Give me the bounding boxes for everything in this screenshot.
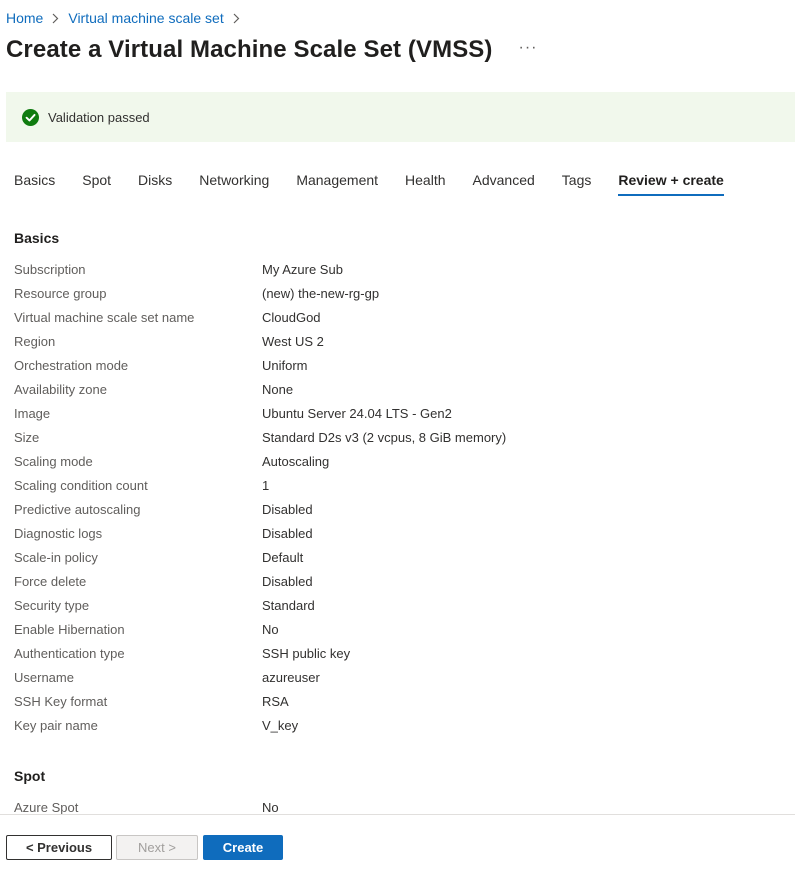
summary-label: Security type	[14, 598, 90, 613]
summary-row: Authentication type SSH public key	[14, 646, 774, 666]
tab-basics[interactable]: Basics	[14, 172, 55, 196]
summary-row: Diagnostic logs Disabled	[14, 526, 774, 546]
summary-row: Size Standard D2s v3 (2 vcpus, 8 GiB mem…	[14, 430, 774, 450]
summary-label: Orchestration mode	[14, 358, 129, 373]
summary-value: Autoscaling	[262, 454, 330, 469]
tab-health[interactable]: Health	[405, 172, 445, 196]
summary-label: Scaling mode	[14, 454, 93, 469]
wizard-footer: < Previous Next > Create	[0, 814, 795, 876]
tab-review-create[interactable]: Review + create	[618, 172, 724, 196]
summary-row: Predictive autoscaling Disabled	[14, 502, 774, 522]
summary-label: Virtual machine scale set name	[14, 310, 195, 325]
tab-advanced[interactable]: Advanced	[473, 172, 535, 196]
summary-value: Ubuntu Server 24.04 LTS - Gen2	[262, 406, 452, 421]
tab-tags[interactable]: Tags	[562, 172, 592, 196]
next-button[interactable]: Next >	[116, 835, 198, 860]
summary-value: (new) the-new-rg-gp	[262, 286, 380, 301]
summary-row: Resource group (new) the-new-rg-gp	[14, 286, 774, 306]
summary-value: V_key	[262, 718, 299, 733]
breadcrumb: Home Virtual machine scale set	[6, 10, 249, 26]
summary-value: Uniform	[262, 358, 308, 373]
summary-value: Disabled	[262, 502, 313, 517]
summary-label: Scaling condition count	[14, 478, 148, 493]
previous-button[interactable]: < Previous	[6, 835, 112, 860]
summary-label: Image	[14, 406, 51, 421]
summary-value: No	[262, 800, 279, 815]
summary-row: Security type Standard	[14, 598, 774, 618]
summary-value: Disabled	[262, 526, 313, 541]
tab-networking[interactable]: Networking	[199, 172, 269, 196]
summary-row: Orchestration mode Uniform	[14, 358, 774, 378]
tab-spot[interactable]: Spot	[82, 172, 111, 196]
section-title-spot: Spot	[14, 768, 46, 784]
summary-value: azureuser	[262, 670, 320, 685]
page-title: Create a Virtual Machine Scale Set (VMSS…	[6, 36, 493, 63]
summary-value: None	[262, 382, 294, 397]
summary-label: Azure Spot	[14, 800, 79, 815]
summary-row: Scaling mode Autoscaling	[14, 454, 774, 474]
validation-message: Validation passed	[48, 109, 150, 125]
summary-value: Default	[262, 550, 304, 565]
validation-banner: Validation passed	[6, 92, 795, 142]
summary-label: Authentication type	[14, 646, 125, 661]
breadcrumb-vmss-link[interactable]: Virtual machine scale set	[68, 10, 223, 26]
summary-row: Availability zone None	[14, 382, 774, 402]
summary-label: Region	[14, 334, 56, 349]
summary-row: Key pair name V_key	[14, 718, 774, 738]
summary-row: Username azureuser	[14, 670, 774, 690]
chevron-right-icon	[233, 13, 240, 24]
create-button[interactable]: Create	[203, 835, 283, 860]
check-circle-icon	[22, 108, 39, 126]
chevron-right-icon	[52, 13, 59, 24]
title-row: Create a Virtual Machine Scale Set (VMSS…	[6, 36, 538, 64]
summary-label: Predictive autoscaling	[14, 502, 141, 517]
summary-label: Diagnostic logs	[14, 526, 103, 541]
tab-disks[interactable]: Disks	[138, 172, 172, 196]
summary-label: Scale-in policy	[14, 550, 98, 565]
summary-value: Disabled	[262, 574, 313, 589]
wizard-tabs: Basics Spot Disks Networking Management …	[14, 172, 751, 196]
summary-row: Enable Hibernation No	[14, 622, 774, 642]
summary-row: Region West US 2	[14, 334, 774, 354]
summary-value: Standard	[262, 598, 315, 613]
summary-label: SSH Key format	[14, 694, 108, 709]
summary-value: RSA	[262, 694, 289, 709]
summary-value: 1	[262, 478, 270, 493]
summary-value: My Azure Sub	[262, 262, 343, 277]
summary-row: Scale-in policy Default	[14, 550, 774, 570]
summary-value: SSH public key	[262, 646, 351, 661]
summary-row: Virtual machine scale set name CloudGod	[14, 310, 774, 330]
summary-row: Image Ubuntu Server 24.04 LTS - Gen2	[14, 406, 774, 426]
section-title-basics: Basics	[14, 230, 60, 246]
summary-value: No	[262, 622, 279, 637]
summary-label: Enable Hibernation	[14, 622, 125, 637]
summary-value: Standard D2s v3 (2 vcpus, 8 GiB memory)	[262, 430, 507, 445]
summary-label: Resource group	[14, 286, 107, 301]
summary-row: SSH Key format RSA	[14, 694, 774, 714]
summary-label: Username	[14, 670, 74, 685]
summary-label: Key pair name	[14, 718, 98, 733]
summary-label: Availability zone	[14, 382, 107, 397]
summary-row: Subscription My Azure Sub	[14, 262, 774, 282]
breadcrumb-home-link[interactable]: Home	[6, 10, 43, 26]
more-options-button[interactable]: ···	[519, 39, 538, 57]
summary-row: Scaling condition count 1	[14, 478, 774, 498]
summary-row: Force delete Disabled	[14, 574, 774, 594]
summary-label: Subscription	[14, 262, 86, 277]
summary-value: West US 2	[262, 334, 324, 349]
summary-label: Force delete	[14, 574, 87, 589]
summary-label: Size	[14, 430, 40, 445]
summary-value: CloudGod	[262, 310, 321, 325]
tab-management[interactable]: Management	[296, 172, 378, 196]
